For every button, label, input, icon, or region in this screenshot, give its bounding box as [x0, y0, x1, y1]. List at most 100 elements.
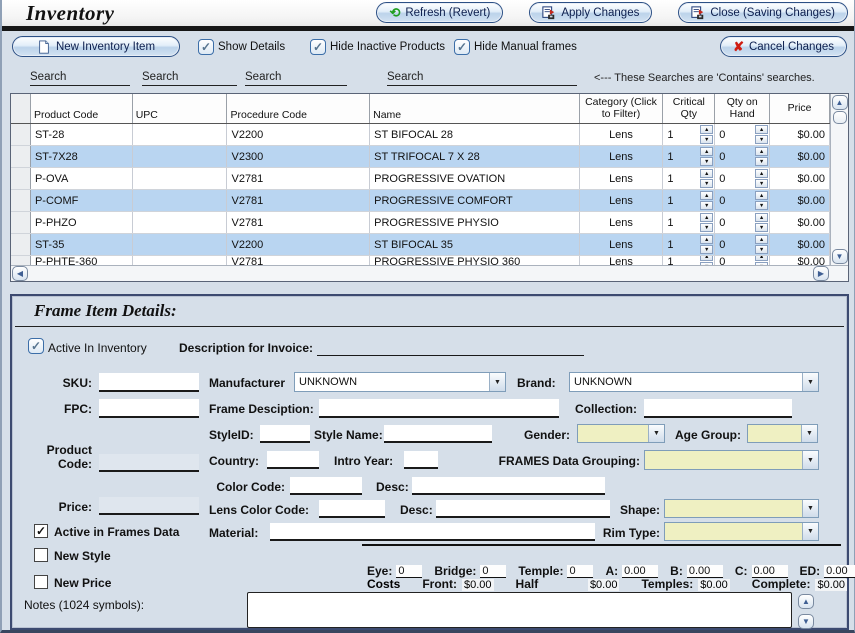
qty-spinner[interactable]: ▲▼ — [700, 256, 713, 265]
cell-upc[interactable] — [133, 234, 228, 255]
rim-type-select[interactable]: ▼ — [664, 522, 819, 541]
cell-category[interactable]: Lens — [580, 212, 664, 233]
country-input[interactable] — [267, 451, 319, 469]
spinner-down-icon[interactable]: ▼ — [755, 135, 768, 144]
cell-procedure-code[interactable]: V2200 — [227, 124, 370, 145]
cell-product-code[interactable]: ST-7X28 — [31, 146, 133, 167]
qty-spinner[interactable]: ▲▼ — [700, 147, 713, 166]
spinner-down-icon[interactable]: ▼ — [700, 179, 713, 188]
cell-price[interactable]: $0.00 — [770, 212, 830, 233]
qty-spinner[interactable]: ▲▼ — [700, 213, 713, 232]
cell-critical-qty[interactable]: 1▲▼ — [663, 234, 715, 255]
cell-name[interactable]: PROGRESSIVE PHYSIO — [370, 212, 579, 233]
spinner-up-icon[interactable]: ▲ — [755, 213, 768, 222]
spinner-up-icon[interactable]: ▲ — [700, 256, 713, 261]
chevron-down-icon[interactable]: ▼ — [489, 373, 505, 391]
collection-input[interactable] — [644, 399, 792, 418]
cell-price[interactable]: $0.00 — [770, 146, 830, 167]
cell-procedure-code[interactable]: V2781 — [227, 168, 370, 189]
gender-select[interactable]: ▼ — [577, 424, 665, 443]
table-row[interactable]: P-PHZOV2781PROGRESSIVE PHYSIOLens1▲▼0▲▼$… — [11, 212, 830, 234]
qty-on-hand-value[interactable]: 0 — [719, 217, 725, 229]
active-in-inventory-checkbox[interactable]: ✓ — [28, 338, 44, 354]
qty-on-hand-value[interactable]: 0 — [719, 256, 725, 265]
cell-critical-qty[interactable]: 1▲▼ — [663, 124, 715, 145]
intro-year-input[interactable] — [404, 451, 438, 469]
refresh-button[interactable]: ⟲ Refresh (Revert) — [376, 2, 503, 23]
notes-textarea[interactable] — [247, 592, 792, 628]
scroll-left-button[interactable]: ◀ — [12, 266, 28, 281]
chevron-down-icon[interactable]: ▼ — [802, 451, 818, 469]
spinner-up-icon[interactable]: ▲ — [755, 169, 768, 178]
table-row[interactable]: ST-28V2200ST BIFOCAL 28Lens1▲▼0▲▼$0.00 — [11, 124, 830, 146]
notes-scroll-down-button[interactable]: ▼ — [798, 614, 814, 629]
critical-qty-value[interactable]: 1 — [667, 173, 673, 185]
spinner-up-icon[interactable]: ▲ — [755, 256, 768, 261]
cell-critical-qty[interactable]: 1▲▼ — [663, 190, 715, 211]
sku-input[interactable] — [99, 373, 199, 392]
scroll-up-button[interactable]: ▲ — [832, 95, 848, 110]
scroll-down-button[interactable]: ▼ — [832, 249, 848, 264]
age-group-select[interactable]: ▼ — [747, 424, 818, 443]
cell-critical-qty[interactable]: 1 ▲▼ — [663, 146, 715, 167]
qty-on-hand-value[interactable]: 0 — [719, 195, 725, 207]
cell-category[interactable]: Lens — [580, 146, 664, 167]
chevron-down-icon[interactable]: ▼ — [801, 425, 817, 442]
cell-qty-on-hand[interactable]: 0 ▲▼ — [715, 212, 770, 233]
notes-scroll-up-button[interactable]: ▲ — [798, 594, 814, 609]
chevron-down-icon[interactable]: ▼ — [802, 500, 818, 517]
chevron-down-icon[interactable]: ▼ — [648, 425, 664, 442]
spinner-down-icon[interactable]: ▼ — [700, 245, 713, 254]
cell-price[interactable]: $0.00 — [770, 168, 830, 189]
critical-qty-value[interactable]: 1 — [667, 151, 673, 163]
cell-upc[interactable] — [133, 146, 228, 167]
spinner-down-icon[interactable]: ▼ — [755, 179, 768, 188]
spinner-up-icon[interactable]: ▲ — [700, 169, 713, 178]
fpc-input[interactable] — [99, 399, 199, 418]
color-desc-input[interactable] — [412, 477, 605, 495]
row-selector[interactable] — [11, 190, 31, 211]
table-row[interactable]: P-COMFV2781PROGRESSIVE COMFORTLens1▲▼0▲▼… — [11, 190, 830, 212]
row-selector[interactable] — [11, 234, 31, 255]
cell-category[interactable]: Lens — [580, 256, 664, 265]
cell-name[interactable]: PROGRESSIVE COMFORT — [370, 190, 579, 211]
lens-color-code-input[interactable] — [319, 500, 385, 518]
cell-name[interactable]: PROGRESSIVE OVATION — [370, 168, 579, 189]
qty-on-hand-value[interactable]: 0 — [719, 129, 725, 141]
chevron-down-icon[interactable]: ▼ — [802, 373, 818, 391]
cell-upc[interactable] — [133, 168, 228, 189]
col-upc[interactable]: UPC — [133, 94, 228, 123]
price-input[interactable] — [99, 497, 199, 515]
shape-select[interactable]: ▼ — [664, 499, 819, 518]
spinner-up-icon[interactable]: ▲ — [755, 125, 768, 134]
col-qty-on-hand[interactable]: Qty on Hand — [715, 94, 770, 123]
hide-manual-checkbox[interactable]: ✓ Hide Manual frames — [454, 39, 577, 55]
search-procedure-code-input[interactable] — [245, 68, 347, 86]
cell-upc[interactable] — [133, 256, 228, 265]
new-inventory-item-button[interactable]: New Inventory Item — [12, 36, 180, 57]
qty-spinner[interactable]: ▲▼ — [700, 125, 713, 144]
spinner-down-icon[interactable]: ▼ — [755, 201, 768, 210]
col-name[interactable]: Name — [370, 94, 579, 123]
cell-category[interactable]: Lens — [580, 168, 664, 189]
qty-on-hand-value[interactable]: 0 — [719, 151, 725, 163]
cell-product-code[interactable]: P-PHTE-360 — [31, 256, 133, 265]
cell-procedure-code[interactable]: V2300 — [227, 146, 370, 167]
cell-product-code[interactable]: P-OVA — [31, 168, 133, 189]
brand-select[interactable]: UNKNOWN ▼ — [569, 372, 819, 392]
cancel-changes-button[interactable]: ✘ Cancel Changes — [720, 36, 847, 57]
qty-on-hand-value[interactable]: 0 — [719, 173, 725, 185]
spinner-down-icon[interactable]: ▼ — [755, 245, 768, 254]
qty-spinner[interactable]: ▲▼ — [755, 213, 768, 232]
cell-procedure-code[interactable]: V2781 — [227, 256, 370, 265]
cell-qty-on-hand[interactable]: 0▲▼ — [715, 256, 770, 265]
critical-qty-value[interactable]: 1 — [667, 195, 673, 207]
spinner-down-icon[interactable]: ▼ — [700, 223, 713, 232]
cell-qty-on-hand[interactable]: 0▲▼ — [715, 234, 770, 255]
cell-price[interactable]: $0.00 — [770, 234, 830, 255]
cell-upc[interactable] — [133, 212, 228, 233]
spinner-down-icon[interactable]: ▼ — [755, 157, 768, 166]
style-name-input[interactable] — [384, 425, 492, 443]
cell-upc[interactable] — [133, 124, 228, 145]
cell-name[interactable]: ST TRIFOCAL 7 X 28 — [370, 146, 579, 167]
